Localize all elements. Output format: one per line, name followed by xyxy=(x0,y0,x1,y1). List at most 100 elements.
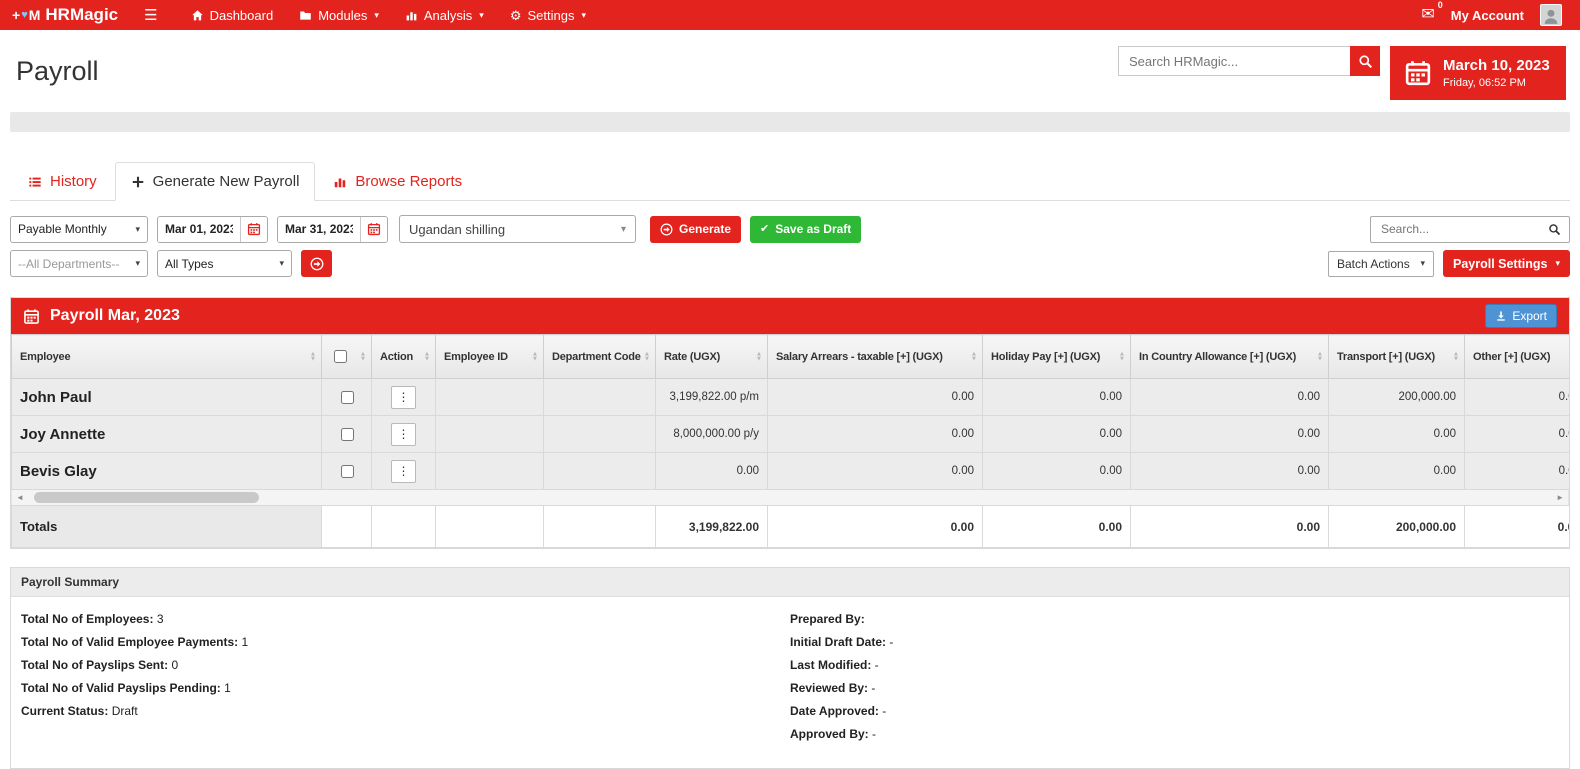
column-header-select[interactable]: ▲▼ xyxy=(322,335,372,379)
nav-item-label: Settings xyxy=(527,8,574,23)
summary-label: Date Approved: xyxy=(790,704,879,718)
nav-item-dashboard[interactable]: Dashboard xyxy=(178,0,287,30)
nav-item-label: Dashboard xyxy=(210,8,274,23)
column-header-employee_id[interactable]: Employee ID▲▼ xyxy=(436,335,544,379)
column-header-transport[interactable]: Transport [+] (UGX)▲▼ xyxy=(1329,335,1465,379)
cell-transport: 200,000.00 xyxy=(1329,379,1465,416)
column-header-employee[interactable]: Employee ▲▼ xyxy=(12,335,322,379)
row-actions-button[interactable]: ⋮ xyxy=(391,386,416,409)
kebab-icon: ⋮ xyxy=(398,427,410,441)
chevron-down-icon: ▾ xyxy=(1420,258,1425,269)
summary-label: Total No of Valid Employee Payments: xyxy=(21,635,238,649)
avatar[interactable] xyxy=(1540,4,1562,26)
cell-holiday_pay: 0.00 xyxy=(983,453,1131,490)
totals-rate: 3,199,822.00 xyxy=(656,506,768,548)
nav-item-analysis[interactable]: Analysis▾ xyxy=(392,0,497,30)
global-search-button[interactable] xyxy=(1350,46,1380,76)
folder-icon xyxy=(299,9,312,22)
cell-transport: 0.00 xyxy=(1329,453,1465,490)
payroll-settings-button[interactable]: Payroll Settings▾ xyxy=(1443,250,1570,277)
messages-button[interactable]: ✉ 0 xyxy=(1421,7,1434,23)
totals-holiday_pay: 0.00 xyxy=(983,506,1131,548)
row-checkbox[interactable] xyxy=(341,391,354,404)
table-search-input[interactable] xyxy=(1379,221,1542,237)
date-from-input[interactable] xyxy=(158,217,240,242)
column-header-rate[interactable]: Rate (UGX)▲▼ xyxy=(656,335,768,379)
cell-employee: Bevis Glay xyxy=(12,453,322,490)
column-header-in_country_allowance[interactable]: In Country Allowance [+] (UGX)▲▼ xyxy=(1131,335,1329,379)
date-to-calendar-button[interactable] xyxy=(360,217,387,242)
nav-item-settings[interactable]: ⚙Settings▾ xyxy=(497,0,599,30)
batch-actions-select[interactable]: Batch Actions▾ xyxy=(1328,251,1434,277)
global-search xyxy=(1118,46,1380,76)
row-actions-button[interactable]: ⋮ xyxy=(391,423,416,446)
nav-item-label: Modules xyxy=(318,8,367,23)
save-as-draft-button[interactable]: ✔Save as Draft xyxy=(750,216,861,243)
scroll-right-arrow-icon[interactable]: ► xyxy=(1556,494,1564,502)
summary-line: Date Approved: - xyxy=(790,704,1559,718)
home-icon xyxy=(191,9,204,22)
column-label: Employee xyxy=(20,351,70,363)
calendar-icon xyxy=(367,222,381,236)
column-header-department_code[interactable]: Department Code▲▼ xyxy=(544,335,656,379)
brand-name: HRMagic xyxy=(45,5,118,25)
row-actions-button[interactable]: ⋮ xyxy=(391,460,416,483)
column-header-salary_arrears[interactable]: Salary Arrears - taxable [+] (UGX)▲▼ xyxy=(768,335,983,379)
cell-holiday_pay: 0.00 xyxy=(983,379,1131,416)
arrow-icon xyxy=(310,257,324,271)
sort-icon: ▲▼ xyxy=(1453,351,1459,362)
tab-label: Browse Reports xyxy=(355,173,462,190)
global-search-input[interactable] xyxy=(1118,46,1350,76)
list-icon xyxy=(28,175,42,189)
bar-chart-icon xyxy=(405,9,418,22)
type-select[interactable]: All Types▾ xyxy=(157,250,292,277)
chevron-down-icon: ▾ xyxy=(581,10,586,21)
navbar-right: ✉ 0 My Account xyxy=(1421,4,1568,26)
cell-action: ⋮ xyxy=(372,453,436,490)
totals-in_country_allowance: 0.00 xyxy=(1131,506,1329,548)
date-from-calendar-button[interactable] xyxy=(240,217,267,242)
header-right: March 10, 2023 Friday, 06:52 PM xyxy=(1118,46,1566,100)
brand-logo[interactable]: +♥M HRMagic xyxy=(12,5,118,25)
tab-label: Generate New Payroll xyxy=(153,173,300,190)
date-to-input[interactable] xyxy=(278,217,360,242)
row-checkbox[interactable] xyxy=(341,428,354,441)
scrollbar-thumb[interactable] xyxy=(34,492,259,503)
chevron-down-icon: ▾ xyxy=(135,224,140,235)
cell-holiday_pay: 0.00 xyxy=(983,416,1131,453)
currency-select[interactable]: Ugandan shilling▾ xyxy=(399,215,636,243)
totals-department_code xyxy=(544,506,656,548)
summary-line: Last Modified: - xyxy=(790,658,1559,672)
chevron-down-icon: ▾ xyxy=(479,10,484,21)
column-header-holiday_pay[interactable]: Holiday Pay [+] (UGX)▲▼ xyxy=(983,335,1131,379)
tab-generate-new-payroll[interactable]: Generate New Payroll xyxy=(115,162,316,201)
summary-line: Prepared By: xyxy=(790,612,1559,626)
apply-filters-button[interactable] xyxy=(301,250,332,277)
column-label: Rate (UGX) xyxy=(664,351,720,363)
select-all-checkbox[interactable] xyxy=(334,350,347,363)
hamburger-menu-icon[interactable]: ☰ xyxy=(144,8,157,23)
cell-select xyxy=(322,416,372,453)
table-header-row: Employee▲▼▲▼Action▲▼Employee ID▲▼Departm… xyxy=(12,335,1570,379)
my-account-link[interactable]: My Account xyxy=(1451,8,1524,23)
horizontal-scrollbar[interactable]: ◄ ► xyxy=(11,490,1569,505)
row-checkbox[interactable] xyxy=(341,465,354,478)
cell-select xyxy=(322,379,372,416)
department-select[interactable]: --All Departments--▾ xyxy=(10,250,148,277)
search-icon[interactable] xyxy=(1548,223,1561,236)
scroll-left-arrow-icon[interactable]: ◄ xyxy=(16,494,24,502)
table-row: Joy Annette⋮8,000,000.00 p/y0.000.000.00… xyxy=(12,416,1570,453)
sort-icon: ▲▼ xyxy=(310,351,316,362)
pay-frequency-select[interactable]: Payable Monthly▾ xyxy=(10,216,148,243)
column-header-other[interactable]: Other [+] (UGX)▲▼ xyxy=(1465,335,1570,379)
nav-item-modules[interactable]: Modules▾ xyxy=(286,0,392,30)
arrow-icon xyxy=(660,223,673,236)
summary-value: - xyxy=(872,727,876,741)
tab-browse-reports[interactable]: Browse Reports xyxy=(317,162,478,201)
column-header-action[interactable]: Action▲▼ xyxy=(372,335,436,379)
sort-icon: ▲▼ xyxy=(1317,351,1323,362)
summary-value: - xyxy=(889,635,893,649)
tab-history[interactable]: History xyxy=(12,162,113,201)
generate-button[interactable]: Generate xyxy=(650,216,741,243)
export-button[interactable]: Export xyxy=(1485,304,1557,328)
